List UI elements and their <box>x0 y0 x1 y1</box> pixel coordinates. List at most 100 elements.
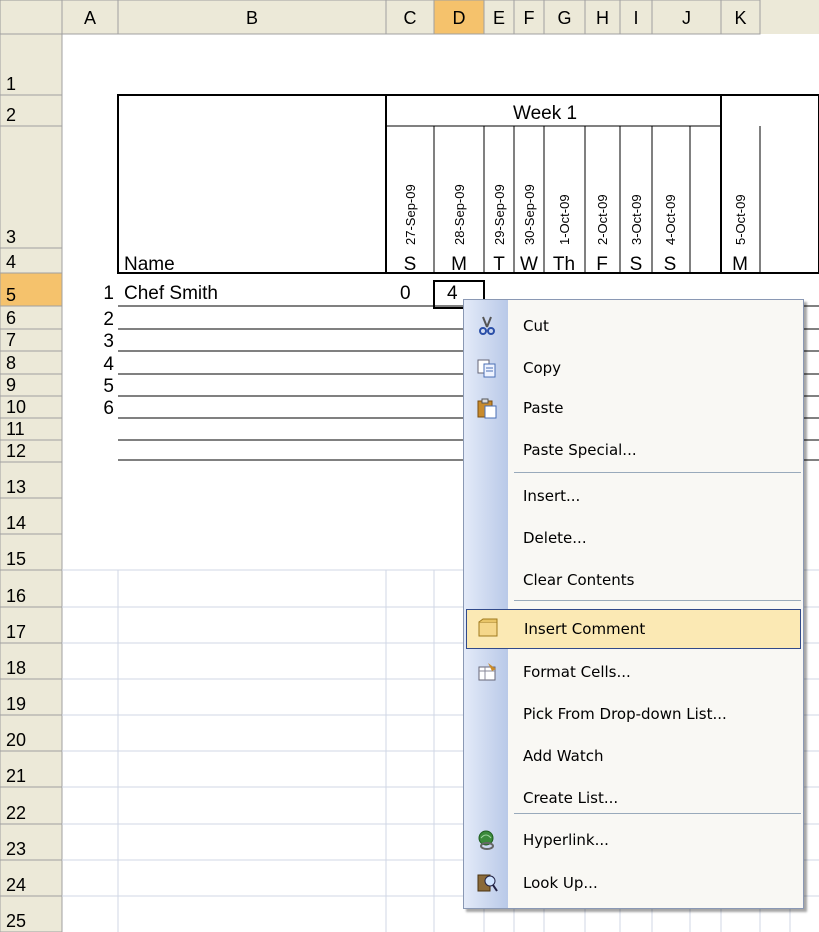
column-header-label: B <box>246 8 258 28</box>
column-header-label: I <box>633 8 638 28</box>
menu-item-label: Copy <box>523 359 562 377</box>
day-header: S <box>404 254 417 275</box>
row-header-label: 7 <box>6 330 16 350</box>
menu-item-hyperlink[interactable]: Hyperlink... <box>466 820 801 860</box>
menu-item-cut[interactable]: Cut <box>466 306 801 346</box>
menu-item-label: Insert... <box>523 487 581 505</box>
menu-item-clear-contents[interactable]: Clear Contents <box>466 560 801 600</box>
menu-item-label: Look Up... <box>523 874 598 892</box>
menu-item-add-watch[interactable]: Add Watch <box>466 736 801 776</box>
row-header-label: 25 <box>6 911 26 931</box>
row-header-label: 2 <box>6 105 16 125</box>
menu-item-label: Format Cells... <box>523 663 631 681</box>
menu-item-delete[interactable]: Delete... <box>466 518 801 558</box>
name-header: Name <box>124 254 175 275</box>
date-header: 30-Sep-09 <box>522 184 537 245</box>
row-header-label: 6 <box>6 308 16 328</box>
row-number-cell[interactable]: 6 <box>103 398 114 419</box>
cell-d5[interactable]: 4 <box>447 283 458 304</box>
day-header: W <box>520 254 538 275</box>
menu-item-look-up[interactable]: Look Up... <box>466 863 801 903</box>
row-header-label: 5 <box>6 285 16 305</box>
row-header-label: 4 <box>6 252 16 272</box>
select-all-corner[interactable] <box>0 0 63 35</box>
menu-item-paste[interactable]: Paste <box>466 388 801 428</box>
date-header: 4-Oct-09 <box>663 194 678 245</box>
row-header-label: 3 <box>6 227 16 247</box>
column-header-label: G <box>557 8 571 28</box>
column-header-label: D <box>453 8 466 28</box>
day-header: T <box>493 254 505 275</box>
day-header: Th <box>553 254 575 275</box>
row-header-label: 10 <box>6 397 26 417</box>
day-header: S <box>664 254 677 275</box>
column-header-label: C <box>404 8 417 28</box>
menu-separator <box>514 472 801 473</box>
day-header: M <box>732 254 748 275</box>
row-header-label: 1 <box>6 74 16 94</box>
menu-item-copy[interactable]: Copy <box>466 348 801 388</box>
scissors-icon <box>476 315 498 337</box>
row-header-label: 15 <box>6 549 26 569</box>
menu-item-label: Cut <box>523 317 549 335</box>
date-header: 2-Oct-09 <box>595 194 610 245</box>
row-header-label: 22 <box>6 803 26 823</box>
date-header: 5-Oct-09 <box>733 194 748 245</box>
column-header-label: E <box>493 8 505 28</box>
day-header: F <box>596 254 608 275</box>
date-header: 29-Sep-09 <box>492 184 507 245</box>
menu-item-label: Paste <box>523 399 564 417</box>
row-header-label: 14 <box>6 513 26 533</box>
menu-item-label: Clear Contents <box>523 571 635 589</box>
row-header-label: 17 <box>6 622 26 642</box>
menu-item-label: Pick From Drop-down List... <box>523 705 727 723</box>
row-header-label: 12 <box>6 441 26 461</box>
row-header-label: 11 <box>6 419 25 439</box>
column-header-label: K <box>734 8 746 28</box>
row-number-cell[interactable]: 3 <box>103 331 114 352</box>
row-header-label: 16 <box>6 586 26 606</box>
row-header-label: 24 <box>6 875 26 895</box>
table-border <box>117 94 819 274</box>
menu-item-label: Paste Special... <box>523 441 637 459</box>
chef-name-cell[interactable]: Chef Smith <box>124 283 218 304</box>
cell-c5[interactable]: 0 <box>400 283 411 304</box>
format-cells-icon <box>476 661 498 683</box>
menu-item-format-cells[interactable]: Format Cells... <box>466 652 801 692</box>
menu-item-pick-from-drop-down-list[interactable]: Pick From Drop-down List... <box>466 694 801 734</box>
row-header-label: 23 <box>6 839 26 859</box>
menu-item-label: Hyperlink... <box>523 831 609 849</box>
menu-item-insert[interactable]: Insert... <box>466 476 801 516</box>
column-header-label: H <box>596 8 609 28</box>
row-number-cell[interactable]: 5 <box>103 376 114 397</box>
copy-icon <box>476 357 498 379</box>
week-label: Week 1 <box>513 103 577 124</box>
date-header: 3-Oct-09 <box>629 194 644 245</box>
menu-item-insert-comment[interactable]: Insert Comment <box>466 609 801 649</box>
menu-item-paste-special[interactable]: Paste Special... <box>466 430 801 470</box>
hyperlink-icon <box>476 829 498 851</box>
row-header-label: 13 <box>6 477 26 497</box>
menu-item-label: Create List... <box>523 789 619 807</box>
context-menu: Cut Copy Paste Paste Special... Insert... Del… <box>463 299 804 909</box>
menu-item-create-list[interactable]: Create List... <box>466 778 801 818</box>
row-header-label: 18 <box>6 658 26 678</box>
day-header: M <box>451 254 467 275</box>
row-number-cell[interactable]: 1 <box>103 283 114 304</box>
comment-icon <box>477 618 499 640</box>
menu-item-label: Add Watch <box>523 747 604 765</box>
row-header-label: 8 <box>6 353 16 373</box>
row-header-label: 20 <box>6 730 26 750</box>
day-header: S <box>630 254 643 275</box>
column-header-label: F <box>524 8 535 28</box>
date-header: 27-Sep-09 <box>403 184 418 245</box>
paste-icon <box>476 397 498 419</box>
row-header-label: 9 <box>6 375 16 395</box>
date-header: 28-Sep-09 <box>452 184 467 245</box>
menu-item-label: Delete... <box>523 529 587 547</box>
row-header-label: 21 <box>6 766 26 786</box>
date-header: 1-Oct-09 <box>557 194 572 245</box>
menu-separator <box>514 600 801 601</box>
row-number-cell[interactable]: 4 <box>103 354 114 375</box>
row-number-cell[interactable]: 2 <box>103 309 114 330</box>
